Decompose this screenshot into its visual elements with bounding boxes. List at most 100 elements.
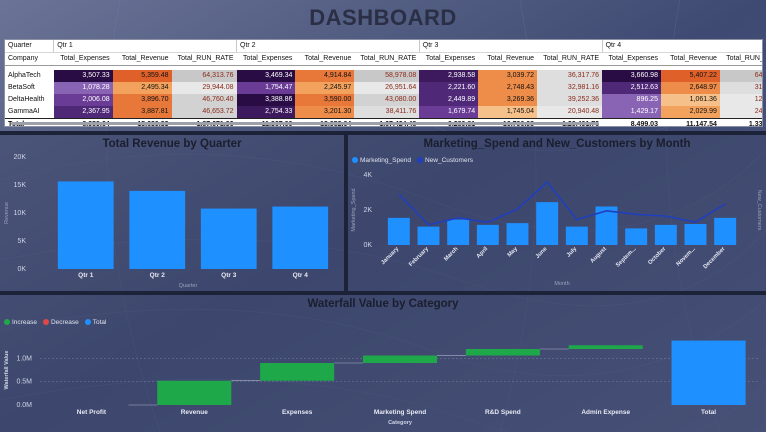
table-cell[interactable]: 2,367.95 — [53, 106, 113, 119]
measure-header[interactable]: Total_Revenue — [295, 52, 355, 66]
table-cell[interactable]: 1,429.17 — [602, 106, 661, 119]
increase-bar[interactable] — [568, 345, 643, 349]
total-bar[interactable] — [671, 340, 746, 405]
table-cell[interactable]: 20,940.48 — [537, 106, 603, 119]
table-cell[interactable]: 26,951.64 — [354, 81, 420, 94]
table-cell[interactable]: 2,029.99 — [660, 106, 720, 119]
table-cell[interactable]: 36,317.76 — [537, 69, 603, 82]
increase-bar[interactable] — [465, 349, 540, 356]
table-cell[interactable]: 3,269.36 — [478, 93, 538, 107]
table-cell[interactable]: 3,887.81 — [112, 106, 172, 119]
quarter-header[interactable]: Qtr 2 — [236, 40, 420, 53]
table-cell[interactable]: 2,495.34 — [112, 81, 172, 94]
company-name: AlphaTech — [8, 71, 41, 79]
increase-bar[interactable] — [260, 363, 335, 381]
bar[interactable] — [476, 224, 499, 245]
table-cell[interactable]: 2,245.97 — [295, 81, 355, 94]
increase-bar[interactable] — [362, 355, 438, 363]
measure-header[interactable]: Total_Expenses — [53, 52, 113, 66]
measure-header[interactable]: Total_RUN_RATE — [354, 52, 420, 66]
table-cell[interactable]: 31,787.6 — [719, 81, 762, 94]
bar[interactable] — [387, 217, 410, 245]
total-cell[interactable]: 11,147.54 — [660, 118, 720, 126]
table-cell[interactable]: 2,748.43 — [478, 81, 538, 94]
increase-bar[interactable] — [157, 380, 232, 405]
revenue-chart[interactable]: 0K 5K 10K 15K 20K Revenue Qtr 1 Qtr 2 Qtr 3 Qtr 4… — [0, 135, 344, 291]
table-cell[interactable]: 2,754.33 — [236, 106, 296, 119]
table-cell[interactable]: 46,653.72 — [171, 106, 237, 119]
measure-header[interactable]: Total_Revenue — [112, 52, 172, 66]
table-cell[interactable]: 3,660.98 — [602, 69, 661, 82]
table-cell[interactable]: 2,006.08 — [53, 93, 113, 107]
bar[interactable] — [272, 206, 329, 269]
measure-header[interactable]: Total_Revenue — [660, 52, 720, 66]
table-cell[interactable]: 43,080.00 — [354, 93, 420, 107]
table-row[interactable]: AlphaTech 3,507.33 5,359.48 64,313.76 3,469.… — [5, 69, 762, 82]
bar[interactable] — [565, 226, 588, 245]
measure-header[interactable]: Total_RUN_RATE — [719, 52, 762, 66]
bar[interactable] — [714, 217, 737, 245]
total-cell[interactable]: 8,499.03 — [602, 118, 661, 126]
table-cell[interactable]: 3,201.30 — [295, 106, 355, 119]
table-cell[interactable]: 39,252.36 — [537, 93, 603, 107]
bar[interactable] — [654, 224, 677, 245]
bar[interactable] — [417, 226, 440, 245]
table-cell[interactable]: 3,590.00 — [295, 93, 355, 107]
table-cell[interactable]: 64,886.6 — [719, 69, 762, 82]
table-cell[interactable]: 2,648.97 — [660, 81, 720, 94]
table-cell[interactable]: 38,411.76 — [354, 106, 420, 119]
marketing-chart[interactable]: 0K 2K 4K Marketing_Spend New_Customers Januar… — [348, 135, 766, 291]
measure-header[interactable]: Total_RUN_RATE — [171, 52, 237, 66]
measure-header[interactable]: Total_RUN_RATE — [537, 52, 603, 66]
quarter-header[interactable]: Qtr 1 — [53, 40, 237, 53]
table-cell[interactable]: 2,938.58 — [419, 69, 479, 82]
table-cell[interactable]: 5,359.48 — [112, 69, 172, 82]
table-cell[interactable]: 3,469.34 — [236, 69, 296, 82]
total-cell[interactable]: 1,33,770.4 — [719, 118, 762, 126]
table-cell[interactable]: 24,359.8 — [719, 106, 762, 119]
measure-header[interactable]: Total_Revenue — [478, 52, 538, 66]
table-cell[interactable]: 58,978.08 — [354, 69, 420, 82]
bar[interactable] — [200, 208, 257, 269]
horizontal-scrollbar[interactable] — [11, 122, 599, 125]
bar[interactable] — [506, 223, 529, 245]
bar[interactable] — [57, 181, 114, 269]
table-cell[interactable]: 3,388.86 — [236, 93, 296, 107]
matrix-table[interactable]: Quarter Qtr 1 Qtr 2 Qtr 3 Qtr 4 Company … — [4, 39, 763, 127]
table-cell[interactable]: 2,512.63 — [602, 81, 661, 94]
x-tick-label: March — [443, 246, 460, 263]
table-cell[interactable]: 2,221.60 — [419, 81, 479, 94]
measure-header[interactable]: Total_Expenses — [419, 52, 479, 66]
series-line[interactable] — [398, 180, 726, 226]
table-cell[interactable]: 32,981.16 — [537, 81, 603, 94]
table-cell[interactable]: 1,061.36 — [660, 93, 720, 107]
table-cell[interactable]: 5,407.22 — [660, 69, 720, 82]
table-cell[interactable]: 12,736.3 — [719, 93, 762, 107]
table-cell[interactable]: 4,914.84 — [295, 69, 355, 82]
table-cell[interactable]: 1,745.04 — [478, 106, 538, 119]
bar[interactable] — [129, 190, 186, 269]
measure-header[interactable]: Total_Expenses — [236, 52, 296, 66]
table-row[interactable]: GammaAI 2,367.95 3,887.81 46,653.72 2,754.33… — [5, 106, 762, 119]
table-cell[interactable]: 1,679.74 — [419, 106, 479, 119]
quarter-header[interactable]: Qtr 4 — [601, 40, 762, 53]
table-row[interactable]: DeltaHealth 2,006.08 3,896.70 46,760.40 3,38… — [5, 93, 762, 107]
table-cell[interactable]: 64,313.76 — [171, 69, 237, 82]
bar[interactable] — [447, 219, 470, 245]
table-cell[interactable]: 46,760.40 — [171, 93, 237, 107]
quarter-header[interactable]: Qtr 3 — [418, 40, 603, 53]
bar[interactable] — [536, 202, 559, 245]
table-cell[interactable]: 29,944.08 — [171, 81, 237, 94]
table-cell[interactable]: 3,507.33 — [53, 69, 113, 82]
table-cell[interactable]: 1,754.47 — [236, 81, 296, 94]
table-cell[interactable]: 896.25 — [602, 93, 661, 107]
table-cell[interactable]: 1,078.28 — [53, 81, 113, 94]
table-cell[interactable]: 3,896.70 — [112, 93, 172, 107]
table-row[interactable]: BetaSoft 1,078.28 2,495.34 29,944.08 1,754.4… — [5, 81, 762, 94]
bar[interactable] — [684, 224, 707, 245]
table-cell[interactable]: 2,449.89 — [419, 93, 479, 107]
table-cell[interactable]: 3,039.72 — [478, 69, 538, 82]
measure-header[interactable]: Total_Expenses — [602, 52, 661, 66]
waterfall-chart[interactable]: 0.0M 0.5M 1.0M Waterfall Value Net Profit Rev… — [0, 295, 766, 432]
bar[interactable] — [625, 228, 648, 245]
